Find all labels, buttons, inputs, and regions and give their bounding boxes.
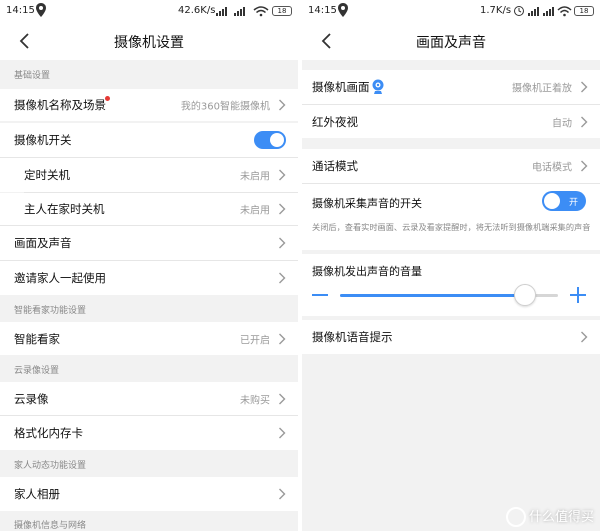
chevron-right-icon [279, 393, 286, 404]
toggle-knob [270, 133, 284, 147]
chevron-right-icon [279, 203, 286, 215]
invite-family-row[interactable]: 邀请家人一起使用 [0, 261, 298, 295]
chevron-right-icon [279, 333, 286, 344]
smart-guard-row[interactable]: 智能看家 已开启 [0, 322, 298, 355]
right-phone-screen: 14:15 1.7K/s 18 画面及声音 摄像机画面 摄像机正着放 红外夜视 … [302, 0, 600, 531]
row-value: 摄像机正着放 [512, 83, 572, 95]
row-label: 通话模式 [312, 159, 358, 173]
network-speed: 42.6K/s [178, 5, 216, 16]
status-time: 14:15 [6, 5, 35, 16]
left-phone-screen: 14:15 42.6K/s 18 摄像机设置 基础设置 摄像机名称及场景 我的3… [0, 0, 298, 531]
format-card-row[interactable]: 格式化内存卡 [0, 416, 298, 450]
row-label: 智能看家 [14, 331, 60, 346]
capture-sound-row: 摄像机采集声音的开关 开 关闭后，查看实时画面、云录及看家提醒时，将无法听到摄像… [302, 184, 600, 250]
toggle-label: 开 [568, 198, 578, 208]
row-value: 自动 [552, 118, 572, 129]
chevron-right-icon [581, 160, 588, 172]
chevron-right-icon [279, 427, 286, 439]
nav-bar: 摄像机设置 [0, 22, 298, 60]
page-title: 摄像机设置 [114, 35, 184, 51]
home-off-row[interactable]: 主人在家时关机 未启用 [0, 193, 298, 225]
camera-power-toggle[interactable] [254, 131, 286, 149]
page-title: 画面及声音 [416, 35, 486, 51]
nav-bar: 画面及声音 [302, 22, 600, 60]
volume-slider-fill [340, 294, 526, 297]
chevron-right-icon [279, 272, 286, 284]
battery-indicator: 18 [574, 6, 594, 16]
row-label: 画面及声音 [14, 236, 72, 250]
section-header-basic: 基础设置 [0, 62, 298, 90]
row-value: 电话模式 [532, 162, 572, 174]
ir-night-row[interactable]: 红外夜视 自动 [302, 105, 600, 138]
row-value: 未启用 [240, 205, 270, 217]
row-label: 摄像机采集声音的开关 [312, 197, 422, 210]
row-value: 我的360智能摄像机 [180, 101, 270, 113]
row-value: 未购买 [240, 395, 270, 406]
call-mode-row[interactable]: 通话模式 电话模式 [302, 149, 600, 183]
volume-decrease-button[interactable] [312, 294, 328, 296]
signal-wifi-icons [514, 6, 572, 17]
row-label: 邀请家人一起使用 [14, 271, 106, 285]
row-label: 摄像机开关 [14, 133, 72, 147]
battery-indicator: 18 [272, 6, 292, 16]
chevron-right-icon [581, 331, 588, 343]
location-icon [36, 3, 46, 17]
camera-name-row[interactable]: 摄像机名称及场景 我的360智能摄像机 [0, 89, 298, 121]
row-label: 定时关机 [24, 168, 70, 182]
status-bar: 14:15 42.6K/s 18 [0, 0, 298, 22]
chevron-right-icon [279, 169, 286, 181]
signal-wifi-icons [216, 6, 269, 17]
camera-picture-row[interactable]: 摄像机画面 摄像机正着放 [302, 70, 600, 104]
chevron-right-icon [279, 99, 286, 111]
status-bar: 14:15 1.7K/s 18 [302, 0, 600, 22]
voice-prompt-row[interactable]: 摄像机语音提示 [302, 320, 600, 354]
row-value: 未启用 [240, 171, 270, 183]
row-value: 已开启 [240, 335, 270, 346]
row-label: 摄像机语音提示 [312, 330, 393, 344]
row-label: 摄像机发出声音的音量 [312, 265, 422, 278]
section-header-cloud: 云录像设置 [0, 357, 298, 383]
watermark: 什么值得买 [505, 506, 594, 527]
row-label: 主人在家时关机 [24, 202, 105, 216]
row-label: 摄像机画面 [312, 80, 370, 94]
cloud-record-row[interactable]: 云录像 未购买 [0, 382, 298, 415]
section-header-info-cut: 摄像机信息与网络 [0, 513, 298, 531]
camera-icon [372, 79, 384, 94]
timer-off-row[interactable]: 定时关机 未启用 [0, 158, 298, 192]
row-label: 摄像机名称及场景 [14, 98, 106, 112]
row-label: 格式化内存卡 [14, 426, 83, 440]
screen-sound-row[interactable]: 画面及声音 [0, 226, 298, 260]
chevron-right-icon [581, 116, 588, 127]
volume-slider-knob[interactable] [514, 284, 537, 306]
location-icon [338, 3, 348, 17]
capture-sound-note: 关闭后，查看实时画面、云录及看家提醒时，将无法听到摄像机端采集的声音 [312, 222, 591, 232]
volume-row: 摄像机发出声音的音量 [302, 254, 600, 316]
status-time: 14:15 [308, 5, 337, 16]
row-label: 家人相册 [14, 487, 60, 501]
red-dot-badge [105, 96, 110, 101]
watermark-logo-icon [505, 507, 526, 527]
plus-vertical [577, 287, 579, 303]
row-label: 红外夜视 [312, 114, 358, 129]
capture-sound-toggle[interactable]: 开 [542, 191, 586, 211]
section-header-smart: 智能看家功能设置 [0, 297, 298, 323]
network-speed: 1.7K/s [480, 5, 512, 16]
family-album-row[interactable]: 家人相册 [0, 477, 298, 511]
toggle-knob [544, 193, 560, 209]
chevron-right-icon [279, 237, 286, 249]
camera-power-row: 摄像机开关 [0, 123, 298, 157]
chevron-right-icon [279, 488, 286, 500]
row-label: 云录像 [14, 391, 49, 406]
watermark-text: 什么值得买 [528, 509, 594, 525]
chevron-right-icon [581, 81, 588, 93]
section-header-family: 家人动态功能设置 [0, 452, 298, 478]
volume-increase-button[interactable] [570, 287, 586, 303]
